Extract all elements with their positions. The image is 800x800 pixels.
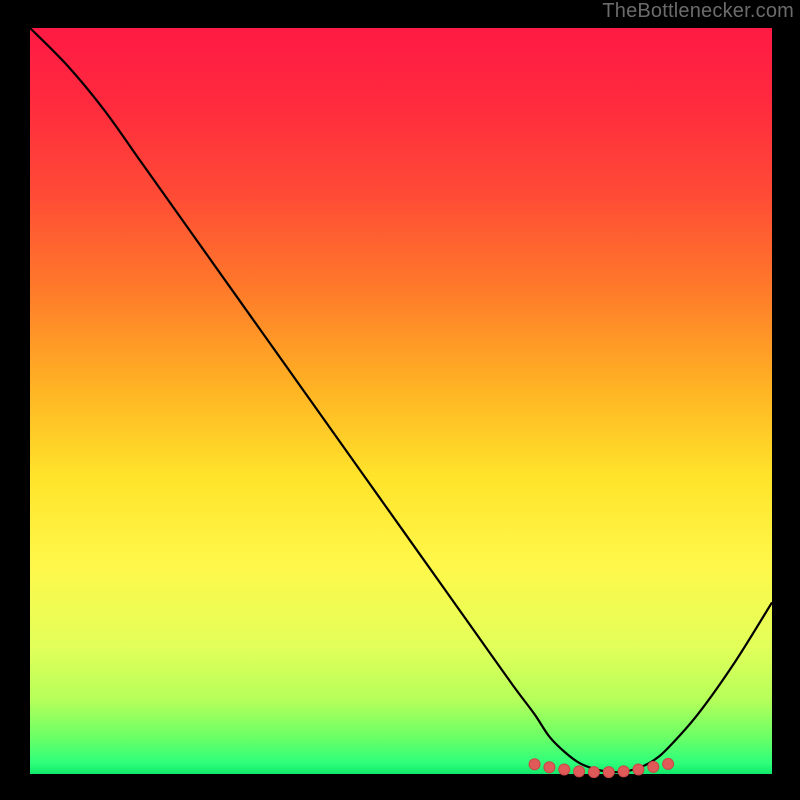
optimal-marker (529, 759, 540, 770)
optimal-marker (633, 764, 644, 775)
optimal-marker (618, 766, 629, 777)
bottleneck-chart (0, 0, 800, 800)
optimal-marker (648, 761, 659, 772)
optimal-marker (559, 764, 570, 775)
optimal-marker (603, 767, 614, 778)
optimal-marker (574, 766, 585, 777)
optimal-marker (544, 762, 555, 773)
plot-background (30, 28, 772, 774)
chart-container: TheBottlenecker.com (0, 0, 800, 800)
optimal-marker (588, 767, 599, 778)
optimal-marker (663, 758, 674, 769)
